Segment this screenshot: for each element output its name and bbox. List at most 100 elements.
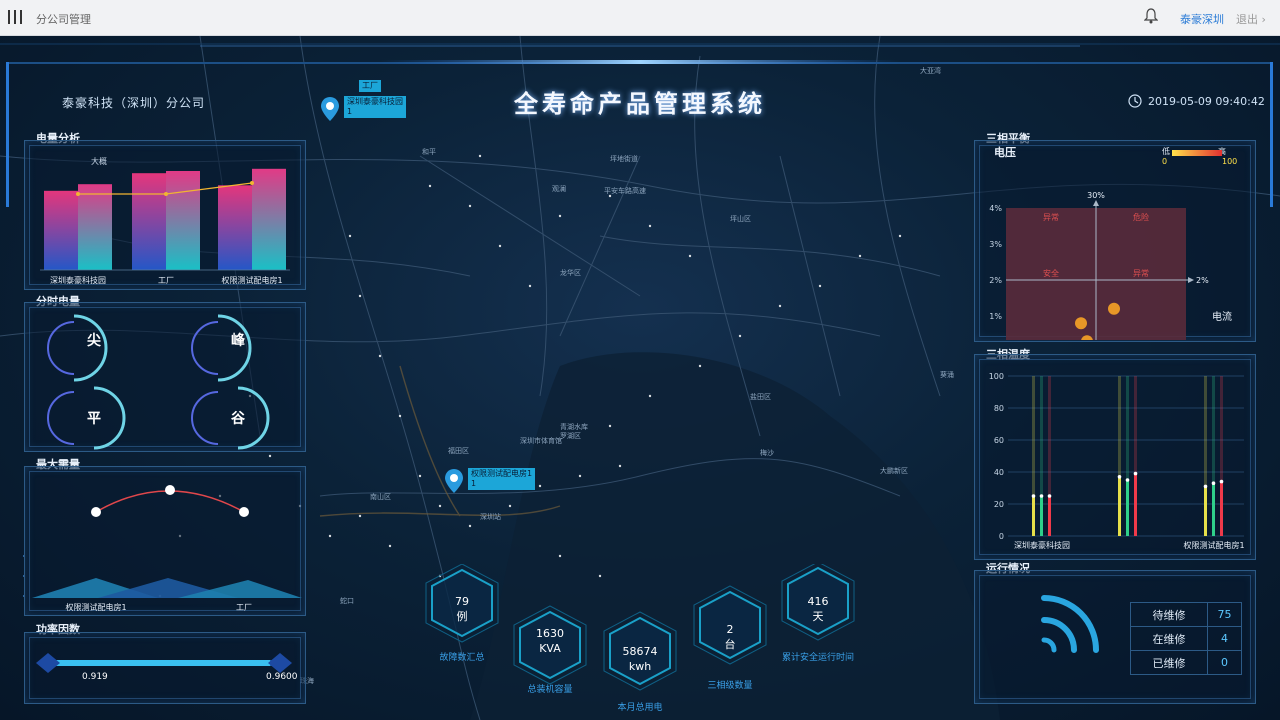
ring-label-ping: 平 [87,411,101,427]
balance-y-tick: 4% [989,204,1002,213]
temp-y-tick: 0 [999,532,1004,541]
map-label: 南山区 [370,493,391,501]
operations-label: 在维修 [1129,626,1209,651]
map-label: 龙华区 [560,269,581,277]
datetime: 2019-05-09 09:40:42 [1128,94,1265,108]
temp-bar[interactable] [1048,496,1051,536]
stat-caption: 累计安全运行时间 [781,653,854,663]
location-pin-icon [445,469,463,493]
hex-stats [425,564,855,691]
operations-row[interactable]: 在维修 4 [1129,626,1242,651]
temp-y-tick: 100 [989,372,1004,381]
category-label: 工厂 [158,276,174,285]
temp-y-tick: 80 [994,404,1004,413]
power-analysis-chart[interactable]: 大概 深圳泰豪科技园 工厂 权限测试配电房1 [28,144,302,290]
max-demand-point[interactable] [91,507,101,517]
map-label: 青湖水库 [560,423,588,431]
marker-name[interactable]: 深圳泰豪科技园 1 [344,96,406,118]
operations-value: 75 [1207,602,1242,627]
balance-y-tick: 2% [989,276,1002,285]
temperature-chart[interactable]: 0 20 40 60 80 100 深圳泰豪科技园 权限测试配电房1 [978,356,1252,556]
legend-max: 100 [1222,157,1237,166]
logout-button[interactable]: 退出 › [1236,11,1266,27]
user-name[interactable]: 泰豪深圳 [1180,11,1224,27]
map-marker-substation[interactable] [444,468,464,498]
system-title: 全寿命产品管理系统 [514,89,766,118]
balance-point[interactable] [1108,302,1120,315]
breadcrumb[interactable]: 分公司管理 [36,11,91,27]
stat-value: 2 [726,623,734,636]
power-factor-min: 0.919 [82,672,108,682]
stat-unit: kwh [628,660,652,673]
trend-point[interactable] [76,192,80,196]
temp-y-tick: 20 [994,500,1004,509]
map-label: 葵涌 [940,371,954,379]
temp-bar[interactable] [1212,483,1215,536]
balance-chart[interactable]: 电压 电流 低 高 0 100 异常危险安全异常 0%10%20%30%40%5… [978,142,1252,340]
stat-power-value: 58674 kwh [602,644,678,674]
max-demand-point[interactable] [239,507,249,517]
stat-caption: 三相级数量 [707,681,753,691]
trend-point[interactable] [164,192,168,196]
map-label: 大亚湾 [920,67,941,75]
power-analysis-bar[interactable] [44,190,78,270]
category-label: 权限测试配电房1 [65,602,126,612]
operations-table: 待维修 75 在维修 4 已维修 0 [1129,602,1242,675]
hamburger-icon[interactable] [8,10,22,24]
balance-quadrant-label: 异常 [1133,269,1149,278]
balance-quadrant-label: 安全 [1043,268,1059,278]
logout-label: 退出 [1236,13,1258,26]
temp-bar-cap [1039,494,1044,498]
power-analysis-bar[interactable] [78,184,112,270]
stat-unit: KVA [539,642,561,655]
temp-bar[interactable] [1204,486,1207,536]
category-label: 权限测试配电房1 [221,275,282,285]
temp-bar[interactable] [1220,481,1223,536]
power-factor-bar[interactable] [30,648,300,678]
power-analysis-bar[interactable] [218,185,252,270]
temp-bar-cap [1133,471,1138,476]
marker-sub: 1 [347,107,353,116]
operations-row[interactable]: 已维修 0 [1129,650,1242,675]
map-label: 大鹏新区 [880,467,908,475]
stat-fault-value: 79 例 [424,594,500,624]
marker-tag[interactable]: 工厂 [359,80,381,92]
balance-quadrant-label: 危险 [1133,212,1149,222]
marker-name-text: 权限测试配电房1 [471,469,533,478]
max-demand-point[interactable] [165,485,175,495]
trend-point[interactable] [250,181,254,185]
temp-bar[interactable] [1126,480,1129,536]
stat-devices-value: 2台 [692,622,768,652]
temp-category-label: 深圳泰豪科技园 [1014,540,1070,550]
temp-bar[interactable] [1118,476,1121,536]
marker-name[interactable]: 权限测试配电房1 1 [468,468,536,490]
power-factor-min-marker [36,653,60,673]
temp-bar[interactable] [1134,473,1137,536]
map-label: 深圳市体育馆 [520,437,562,445]
stat-caption: 总装机容量 [527,685,573,695]
stat-caption: 本月总用电 [617,703,663,713]
power-analysis-bar[interactable] [252,168,286,270]
temp-category-label: 权限测试配电房1 [1183,540,1244,550]
power-analysis-bar[interactable] [166,171,200,270]
temp-bar[interactable] [1032,496,1035,536]
operations-signal-icon [1041,595,1099,653]
operations-row[interactable]: 待维修 75 [1129,602,1242,627]
bell-icon[interactable] [1143,8,1159,28]
map-label: 和平 [422,148,436,156]
map-marker-factory[interactable] [320,96,340,126]
temp-bar[interactable] [1040,496,1043,536]
legend-gradient [1172,150,1222,156]
balance-point[interactable] [1075,317,1087,330]
stat-days-value: 416 天 [780,594,856,624]
power-analysis-bar[interactable] [132,173,166,270]
balance-x-marker: 30% [1087,191,1105,200]
max-demand-chart[interactable]: 权限测试配电房1 工厂 [28,470,302,614]
stat-value: 1630 [536,627,564,640]
tou-rings [47,314,270,450]
ring-label-jian: 尖 [87,333,101,349]
balance-x-title: 电流 [1212,310,1232,323]
temp-bar-cap [1219,479,1224,484]
balance-y-title: 电压 [994,145,1016,159]
stat-value: 58674 [622,645,658,658]
